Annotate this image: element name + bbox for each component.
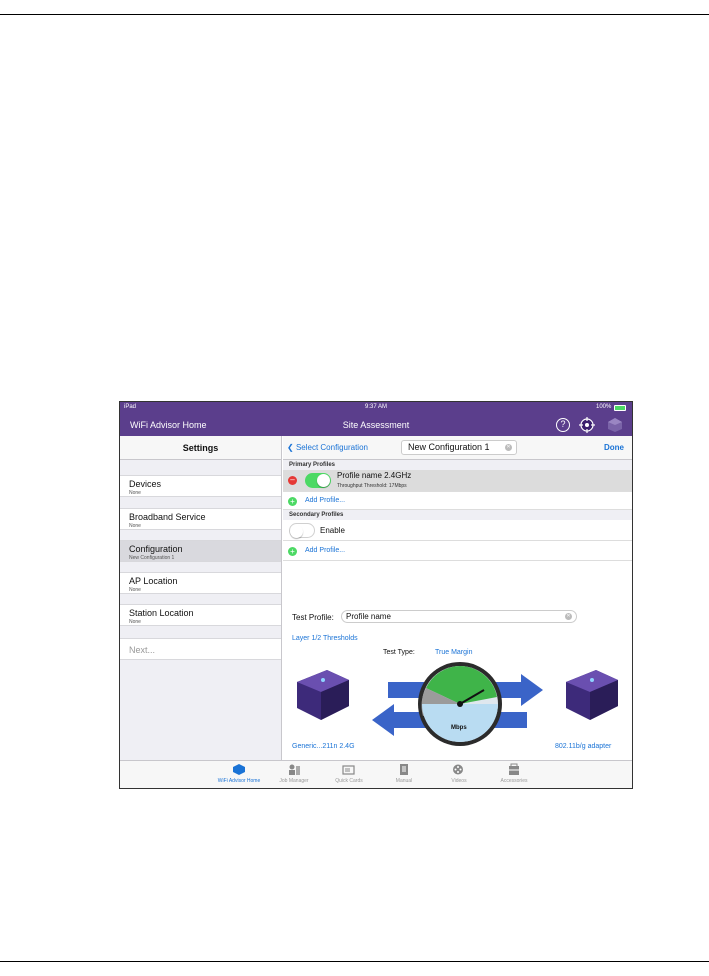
config-name-value: New Configuration 1 <box>408 442 490 452</box>
profile-threshold: Throughput Threshold: 17Mbps <box>337 483 407 489</box>
back-button[interactable]: ❮ Select Configuration <box>287 443 368 452</box>
sidebar-item-broadband-service[interactable]: Broadband Service None <box>120 508 281 530</box>
next-button[interactable]: Next... <box>120 638 281 660</box>
page-bottom-rule <box>0 961 709 962</box>
tab-label: Manual <box>395 778 413 784</box>
remove-profile-icon[interactable]: – <box>288 476 297 485</box>
tab-bar: WiFi Advisor Home Job Manager Quick Card… <box>120 760 632 788</box>
ipad-screenshot: iPad 9:37 AM 100% WiFi Advisor Home Site… <box>119 401 633 789</box>
test-profile-field[interactable]: Profile name ✕ <box>341 610 577 623</box>
tab-quick-cards[interactable]: Quick Cards <box>324 763 374 784</box>
sidebar-item-devices[interactable]: Devices None <box>120 475 281 497</box>
wifi-advisor-home-icon <box>233 764 245 775</box>
secondary-enable-row[interactable]: Enable <box>283 520 632 541</box>
enable-toggle[interactable] <box>289 523 315 538</box>
add-icon: + <box>288 547 297 556</box>
battery-icon <box>614 405 626 411</box>
sidebar-item-label: Configuration <box>129 544 183 554</box>
status-time: 9:37 AM <box>364 404 387 410</box>
tab-accessories[interactable]: Accessories <box>489 763 539 784</box>
quick-cards-icon <box>342 765 355 775</box>
job-manager-icon <box>289 764 300 775</box>
tab-label: Quick Cards <box>335 778 363 784</box>
target-icon[interactable] <box>579 417 595 433</box>
next-label: Next... <box>129 645 156 655</box>
sidebar-item-sub: None <box>129 619 141 625</box>
right-device-icon <box>566 670 618 720</box>
manual-icon <box>400 764 408 775</box>
config-name-field[interactable]: New Configuration 1 ✕ <box>401 440 517 455</box>
test-profile-value: Profile name <box>346 612 391 621</box>
sidebar-item-label: Devices <box>129 479 162 489</box>
sidebar-item-configuration[interactable]: Configuration New Configuration 1 <box>120 540 281 562</box>
add-icon: + <box>288 497 297 506</box>
test-profile-label: Test Profile: <box>292 613 334 622</box>
layer-thresholds-link[interactable]: Layer 1/2 Thresholds <box>292 635 358 642</box>
add-primary-profile-row[interactable]: + Add Profile... <box>283 492 632 510</box>
back-label: Select Configuration <box>295 443 368 452</box>
help-icon[interactable]: ? <box>556 418 570 432</box>
sidebar-item-sub: None <box>129 523 141 529</box>
sidebar-title: Settings <box>120 436 281 460</box>
page-top-rule <box>0 14 709 15</box>
sidebar-item-label: Broadband Service <box>129 512 206 522</box>
sidebar-item-sub: None <box>129 587 141 593</box>
sidebar-item-station-location[interactable]: Station Location None <box>120 604 281 626</box>
primary-profiles-header: Primary Profiles <box>283 460 632 470</box>
tab-manual[interactable]: Manual <box>379 763 429 784</box>
sidebar-item-label: Station Location <box>129 608 194 618</box>
secondary-profiles-header: Secondary Profiles <box>283 510 632 520</box>
accessories-icon <box>509 763 519 775</box>
tab-label: Job Manager <box>279 778 309 784</box>
gauge-unit-label: Mbps <box>451 725 467 731</box>
add-profile-link[interactable]: Add Profile... <box>305 547 345 554</box>
device-cube-icon[interactable] <box>607 417 623 433</box>
tab-job-manager[interactable]: Job Manager <box>269 763 319 784</box>
profile-toggle[interactable] <box>305 473 331 488</box>
videos-icon <box>453 764 463 775</box>
nav-bar: WiFi Advisor Home Site Assessment ? <box>120 414 632 436</box>
tab-label: Videos <box>451 778 467 784</box>
primary-profile-row[interactable]: – Profile name 2.4GHz Throughput Thresho… <box>283 470 632 492</box>
sidebar-item-ap-location[interactable]: AP Location None <box>120 572 281 594</box>
config-header: ❮ Select Configuration New Configuration… <box>283 436 632 460</box>
speed-gauge-icon <box>418 662 502 746</box>
left-device-link[interactable]: Generic...211n 2.4G <box>292 743 355 750</box>
profile-name: Profile name 2.4GHz <box>337 471 412 480</box>
battery-label: 100% <box>596 404 612 410</box>
right-device-link[interactable]: 802.11b/g adapter <box>555 743 611 750</box>
tab-wifi-advisor-home[interactable]: WiFi Advisor Home <box>214 763 264 784</box>
sidebar-item-sub: None <box>129 490 141 496</box>
done-button[interactable]: Done <box>604 443 624 452</box>
configuration-panel: ❮ Select Configuration New Configuration… <box>283 436 632 760</box>
tab-label: WiFi Advisor Home <box>217 778 261 784</box>
sidebar-item-label: AP Location <box>129 576 178 586</box>
enable-label: Enable <box>320 526 345 535</box>
status-bar: iPad 9:37 AM 100% <box>120 402 632 414</box>
tab-label: Accessories <box>500 778 528 784</box>
settings-sidebar: Settings Devices None Broadband Service … <box>120 436 282 760</box>
tab-videos[interactable]: Videos <box>434 763 484 784</box>
sidebar-item-sub: New Configuration 1 <box>129 555 175 561</box>
clear-icon[interactable]: ✕ <box>505 444 512 451</box>
add-secondary-profile-row[interactable]: + Add Profile... <box>283 541 632 561</box>
add-profile-link[interactable]: Add Profile... <box>305 497 345 504</box>
clear-icon[interactable]: ✕ <box>565 613 572 620</box>
left-device-icon <box>297 670 349 720</box>
